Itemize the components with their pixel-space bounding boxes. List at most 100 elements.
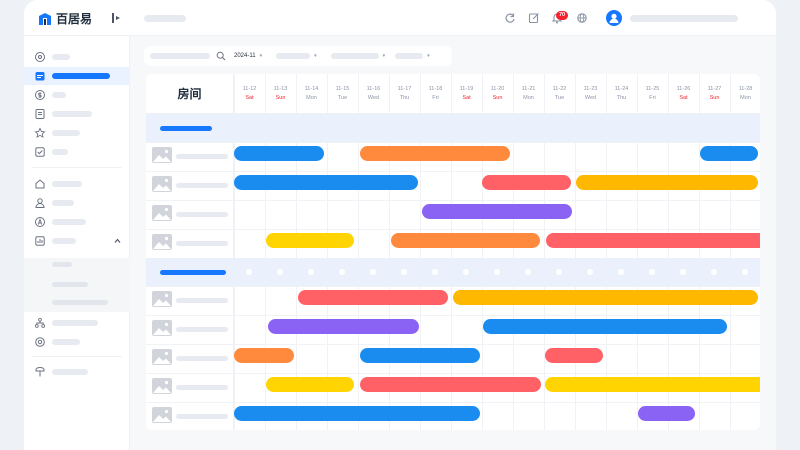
room-cell[interactable] xyxy=(146,344,234,373)
submenu-item[interactable] xyxy=(52,300,108,305)
chevron-down-icon[interactable]: ▾ xyxy=(260,53,263,59)
room-group-header[interactable] xyxy=(146,258,760,286)
booking-bar[interactable] xyxy=(266,233,354,248)
edit-icon[interactable] xyxy=(528,12,540,24)
row-divider xyxy=(146,286,760,287)
booking-bar[interactable] xyxy=(234,146,324,161)
date-header[interactable]: 11-14 Mon xyxy=(296,74,327,114)
search-icon[interactable] xyxy=(216,51,226,61)
sidebar-item-reviews[interactable] xyxy=(24,124,130,142)
booking-bar[interactable] xyxy=(391,233,540,248)
booking-bar[interactable] xyxy=(576,175,758,190)
weekday-label: Wed xyxy=(584,95,597,101)
room-cell[interactable] xyxy=(146,373,234,402)
date-header[interactable]: 11-19 Sat xyxy=(451,74,482,114)
sidebar-item-accounts[interactable] xyxy=(24,213,130,231)
booking-bar[interactable] xyxy=(234,348,294,363)
sidebar-item-calendar[interactable] xyxy=(24,67,130,85)
date-header[interactable]: 11-25 Fri xyxy=(637,74,668,114)
sidebar-item-label xyxy=(52,181,82,187)
top-header: 百居易 70 xyxy=(24,0,776,36)
booking-bar[interactable] xyxy=(422,204,572,219)
filter-select[interactable] xyxy=(330,53,379,59)
date-header[interactable]: 11-22 Tue xyxy=(544,74,575,114)
sidebar-item-properties[interactable] xyxy=(24,175,130,193)
date-header[interactable]: 11-21 Mon xyxy=(513,74,544,114)
booking-bar[interactable] xyxy=(482,175,571,190)
date-header[interactable]: 11-12 Sat xyxy=(234,74,265,114)
document-icon xyxy=(35,109,45,119)
date-header[interactable]: 11-24 Thu xyxy=(606,74,637,114)
search-input[interactable] xyxy=(150,53,210,59)
date-header[interactable]: 11-23 Wed xyxy=(575,74,606,114)
sidebar-item-integrations[interactable] xyxy=(24,363,130,381)
booking-bar[interactable] xyxy=(700,146,758,161)
collapsed-day-dot xyxy=(525,269,531,275)
room-group-header[interactable] xyxy=(146,114,760,142)
booking-bar[interactable] xyxy=(545,377,760,392)
booking-bar[interactable] xyxy=(298,290,448,305)
booking-bar[interactable] xyxy=(638,406,695,421)
collapsed-day-dot xyxy=(556,269,562,275)
booking-bar[interactable] xyxy=(360,146,510,161)
sidebar-toggle-icon[interactable] xyxy=(112,13,122,23)
row-divider xyxy=(146,373,760,374)
room-cell[interactable] xyxy=(146,402,234,430)
room-cell[interactable] xyxy=(146,200,234,229)
date-header[interactable]: 11-20 Sun xyxy=(482,74,513,114)
room-cell[interactable] xyxy=(146,171,234,200)
room-cell[interactable] xyxy=(146,229,234,258)
row-divider xyxy=(146,171,760,172)
sidebar-item-reports[interactable] xyxy=(24,232,130,250)
sidebar-item-organization[interactable] xyxy=(24,314,130,332)
notification-badge: 70 xyxy=(556,11,569,20)
avatar[interactable] xyxy=(606,10,622,26)
booking-bar[interactable] xyxy=(234,406,480,421)
month-selector[interactable]: 2024-11 xyxy=(234,53,256,59)
date-header[interactable]: 11-13 Sun xyxy=(265,74,296,114)
room-cell[interactable] xyxy=(146,286,234,315)
sidebar-item-label xyxy=(52,369,88,375)
sidebar-item-dashboard[interactable] xyxy=(24,48,130,66)
booking-bar[interactable] xyxy=(234,175,418,190)
booking-bar[interactable] xyxy=(360,348,480,363)
chevron-up-icon[interactable] xyxy=(114,238,121,244)
weekday-label: Wed xyxy=(367,95,380,101)
sidebar-item-tasks[interactable] xyxy=(24,143,130,161)
filter-select[interactable] xyxy=(395,53,424,59)
chevron-down-icon[interactable]: ▾ xyxy=(314,53,317,59)
submenu-item[interactable] xyxy=(52,282,88,287)
date-header[interactable]: 11-27 Sun xyxy=(699,74,730,114)
weekday-label: Sun xyxy=(709,95,720,101)
brand-logo[interactable]: 百居易 xyxy=(38,10,92,27)
submenu-item[interactable] xyxy=(52,262,72,267)
date-header[interactable]: 11-28 Mon xyxy=(730,74,760,114)
globe-icon[interactable] xyxy=(576,12,588,24)
date-header[interactable]: 11-17 Thu xyxy=(389,74,420,114)
sidebar-item-finance[interactable] xyxy=(24,86,130,104)
booking-bar[interactable] xyxy=(545,348,603,363)
date-header[interactable]: 11-18 Fri xyxy=(420,74,451,114)
booking-bar[interactable] xyxy=(453,290,758,305)
booking-bar[interactable] xyxy=(266,377,354,392)
refresh-icon[interactable] xyxy=(504,12,516,24)
booking-bar[interactable] xyxy=(483,319,727,334)
filter-select[interactable] xyxy=(276,53,311,59)
group-name xyxy=(160,126,212,131)
chevron-down-icon[interactable]: ▾ xyxy=(383,53,386,59)
date-header[interactable]: 11-26 Sat xyxy=(668,74,699,114)
chevron-down-icon[interactable]: ▾ xyxy=(427,53,430,59)
weekday-label: Sun xyxy=(492,95,503,101)
date-header[interactable]: 11-16 Wed xyxy=(358,74,389,114)
date-header[interactable]: 11-15 Tue xyxy=(327,74,358,114)
room-cell[interactable] xyxy=(146,142,234,171)
room-cell[interactable] xyxy=(146,315,234,344)
booking-bar[interactable] xyxy=(360,377,541,392)
weekday-label: Mon xyxy=(523,95,534,101)
sidebar-item-documents[interactable] xyxy=(24,105,130,123)
sidebar-item-settings[interactable] xyxy=(24,333,130,351)
booking-bar[interactable] xyxy=(546,233,760,248)
sidebar-item-guests[interactable] xyxy=(24,194,130,212)
user-name[interactable] xyxy=(630,15,738,22)
booking-bar[interactable] xyxy=(268,319,419,334)
